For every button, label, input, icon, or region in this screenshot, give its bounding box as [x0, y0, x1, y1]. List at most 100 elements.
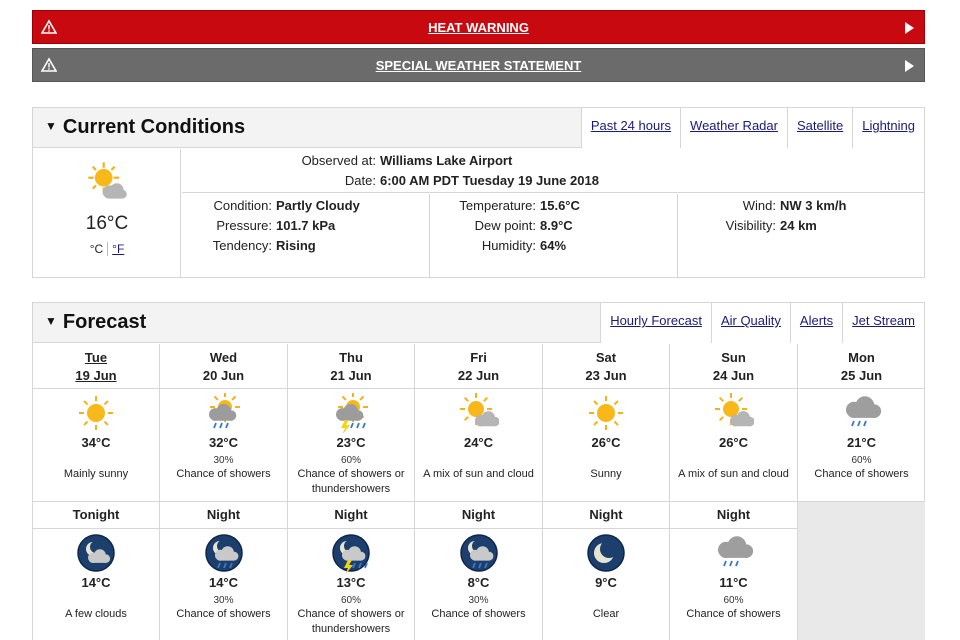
wind-label: Wind: [742, 198, 776, 213]
moon-cloud-showers-icon [459, 534, 498, 572]
forecast-summary: A few clouds [65, 608, 127, 620]
condition-label: Condition: [213, 198, 272, 213]
jet-stream-link[interactable]: Jet Stream [842, 303, 924, 343]
forecast-day-name: Wed [209, 350, 238, 365]
arrow-right-icon[interactable] [905, 22, 914, 34]
partly-cloudy-icon [88, 162, 127, 199]
clear-night-icon [587, 534, 625, 572]
forecast-night-header: Night [160, 502, 288, 529]
forecast-night-cell: 14°C A few clouds [33, 529, 160, 640]
past-24-hours-link[interactable]: Past 24 hours [580, 108, 681, 148]
forecast-day-date: 22 Jun [457, 368, 500, 383]
alerts-link[interactable]: Alerts [789, 303, 843, 343]
observed-at-value: Williams Lake Airport [380, 153, 513, 168]
forecast-high-temp: 32°C [208, 435, 239, 450]
pressure-label: Pressure: [216, 218, 272, 233]
forecast-low-temp: 9°C [595, 575, 617, 590]
special-weather-statement-link[interactable]: SPECIAL WEATHER STATEMENT [376, 58, 582, 73]
warning-triangle-icon [41, 19, 57, 34]
forecast-night-cell: 9°C Clear [543, 529, 670, 640]
forecast-summary: Mainly sunny [63, 468, 129, 480]
humidity-label: Humidity: [481, 238, 536, 253]
forecast-day-cell: 21°C 60% Chance of showers [798, 389, 925, 502]
forecast-day-date: 23 Jun [585, 368, 627, 383]
conditions-column-3: Wind: NW 3 km/h Visibility: 24 km [678, 194, 925, 278]
conditions-column-2: Temperature: 15.6°C Dew point: 8.9°C Humid… [430, 194, 678, 278]
sun-cloud-thunder-icon [336, 393, 368, 433]
collapse-triangle-icon[interactable]: ▼ [45, 314, 57, 328]
hourly-forecast-link[interactable]: Hourly Forecast [600, 303, 711, 343]
heat-warning-banner[interactable]: HEAT WARNING [32, 10, 925, 44]
tendency-label: Tendency: [212, 238, 272, 253]
forecast-night-cell: 8°C 30% Chance of showers [415, 529, 543, 640]
forecast-summary: A mix of sun and cloud [423, 468, 534, 480]
tendency-value: Rising [276, 238, 316, 253]
forecast-day-date: 20 Jun [202, 368, 245, 383]
forecast-night-header: Night [543, 502, 670, 529]
air-quality-link[interactable]: Air Quality [710, 303, 790, 343]
forecast-high-temp: 26°C [718, 435, 749, 450]
forecast-night-header: Night [415, 502, 543, 529]
partly-cloudy-icon [459, 393, 499, 427]
forecast-day-name: Mon [848, 350, 875, 365]
forecast-links: Hourly Forecast Air Quality Alerts Jet S… [600, 303, 924, 343]
arrow-right-icon[interactable] [905, 60, 914, 72]
partly-cloudy-icon [714, 393, 754, 427]
forecast-day-cell: 26°C Sunny [543, 389, 670, 502]
temperature-row: Temperature: 15.6°C [430, 198, 580, 213]
forecast-day-date: 21 Jun [330, 368, 372, 383]
tendency-row: Tendency: Rising [182, 238, 316, 253]
forecast-panel: ▼ Forecast Hourly Forecast Air Quality Al… [32, 302, 925, 640]
forecast-day-date: 19 Jun [75, 368, 117, 383]
forecast-summary: Chance of showers [176, 468, 271, 480]
moon-cloud-icon [77, 534, 115, 572]
dewpoint-row: Dew point: 8.9°C [430, 218, 573, 233]
sunny-icon [589, 396, 623, 430]
fahrenheit-link[interactable]: °F [112, 242, 124, 256]
forecast-high-temp: 23°C [336, 435, 366, 450]
satellite-link[interactable]: Satellite [786, 108, 853, 148]
forecast-precip-chance: 30% [213, 595, 234, 606]
forecast-summary: Chance of showers [431, 608, 526, 620]
forecast-summary: Chance of showers [814, 468, 909, 480]
current-conditions-toggle[interactable]: ▼ Current Conditions [45, 116, 245, 139]
forecast-day-cell: 23°C 60% Chance of showers or thundershowe… [288, 389, 415, 502]
forecast-day-header: Wed 20 Jun [160, 344, 288, 389]
forecast-low-temp: 8°C [467, 575, 490, 590]
lightning-link[interactable]: Lightning [852, 108, 924, 148]
visibility-value: 24 km [780, 218, 817, 233]
special-weather-statement-banner[interactable]: SPECIAL WEATHER STATEMENT [32, 48, 925, 82]
forecast-day-header: Mon 25 Jun [798, 344, 925, 389]
forecast-summary: Chance of showers [686, 608, 781, 620]
observed-at-row: Observed at: Williams Lake Airport [182, 153, 513, 168]
forecast-day-name: Sun [721, 350, 746, 365]
forecast-day-cell: 34°C Mainly sunny [33, 389, 160, 502]
forecast-night-header: Night [670, 502, 798, 529]
forecast-day-cell: 32°C 30% Chance of showers [160, 389, 288, 502]
current-conditions-header: ▼ Current Conditions Past 24 hours Weathe… [33, 108, 924, 148]
forecast-day-header[interactable]: Tue 19 Jun [33, 344, 160, 389]
heat-warning-link[interactable]: HEAT WARNING [428, 20, 529, 35]
collapse-triangle-icon[interactable]: ▼ [45, 119, 57, 133]
temperature-value: 15.6°C [540, 198, 580, 213]
temperature-label: Temperature: [459, 198, 536, 213]
visibility-row: Visibility: 24 km [678, 218, 817, 233]
forecast-precip-chance: 30% [213, 455, 234, 466]
forecast-precip-chance: 60% [340, 455, 361, 466]
date-row: Date: 6:00 AM PDT Tuesday 19 June 2018 [182, 173, 599, 188]
forecast-night-cell: 14°C 30% Chance of showers [160, 529, 288, 640]
dewpoint-label: Dew point: [474, 218, 536, 233]
condition-row: Condition: Partly Cloudy [182, 198, 359, 213]
forecast-high-temp: 34°C [81, 435, 111, 450]
weather-radar-link[interactable]: Weather Radar [680, 108, 787, 148]
unit-divider [107, 242, 109, 256]
forecast-day-name: Thu [339, 350, 363, 365]
forecast-day-header: Thu 21 Jun [288, 344, 415, 389]
forecast-low-temp: 11°C [719, 575, 748, 590]
forecast-toggle[interactable]: ▼ Forecast [45, 311, 146, 334]
forecast-precip-chance: 60% [340, 595, 361, 606]
humidity-value: 64% [540, 238, 567, 253]
forecast-day-header: Fri 22 Jun [415, 344, 543, 389]
current-temperature: 16°C [85, 213, 129, 234]
forecast-low-temp: 14°C [81, 575, 111, 590]
